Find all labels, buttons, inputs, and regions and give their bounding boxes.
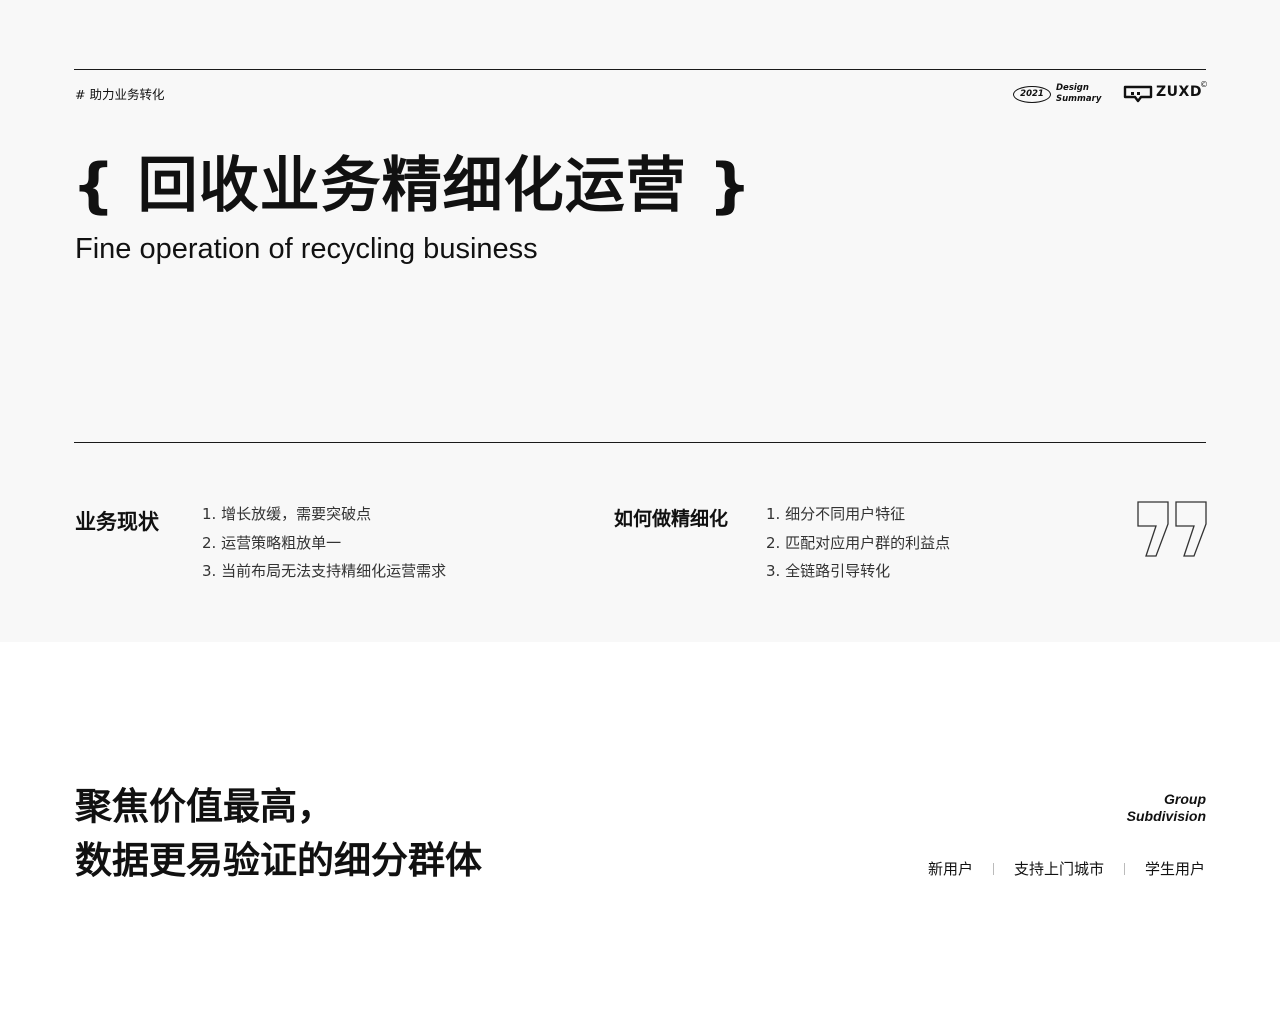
middle-divider (74, 442, 1206, 443)
top-divider (74, 69, 1206, 70)
segment-separator (1123, 862, 1125, 875)
zuxd-logo: ZUXD © (1123, 80, 1209, 104)
quote-icon (1137, 501, 1207, 557)
status-list: 1. 增长放缓，需要突破点 2. 运营策略粗放单一 3. 当前布局无法支持精细化… (202, 500, 446, 586)
brand-mark: © (1200, 80, 1208, 89)
approach-heading: 如何做精细化 (614, 508, 729, 530)
focus-title-line1: 聚焦价值最高， (75, 785, 334, 828)
segment-door-service-cities: 支持上门城市 (1013, 860, 1104, 878)
focus-title-line2: 数据更易验证的细分群体 (75, 839, 482, 882)
segment-new-users: 新用户 (927, 860, 973, 878)
page-title: { 回收业务精细化运营 } (72, 151, 753, 221)
list-item: 3. 当前布局无法支持精细化运营需求 (202, 562, 447, 580)
page-subtitle: Fine operation of recycling business (75, 233, 538, 265)
list-item: 1. 细分不同用户特征 (766, 505, 906, 523)
year-badge: 2021 (1013, 86, 1051, 103)
list-item: 2. 匹配对应用户群的利益点 (766, 533, 951, 552)
approach-list: 1. 细分不同用户特征 2. 匹配对应用户群的利益点 3. 全链路引导转化 (766, 500, 950, 586)
group-label-line2: Subdivision (1126, 808, 1206, 824)
list-item: 2. 运营策略粗放单一 (202, 533, 342, 552)
group-subdivision-label: Group Subdivision (1127, 791, 1206, 825)
segment-separator (992, 862, 994, 875)
summary-label: Summary (1056, 93, 1102, 104)
design-label: Design (1056, 83, 1089, 93)
status-heading: 业务现状 (75, 510, 159, 534)
list-item: 1. 增长放缓，需要突破点 (202, 505, 372, 523)
focus-title: 聚焦价值最高， 数据更易验证的细分群体 (75, 780, 482, 888)
section-tag: # 助力业务转化 (75, 87, 165, 102)
zuxd-logo-icon (1123, 85, 1153, 103)
brand-name: ZUXD (1156, 84, 1202, 100)
group-label-line1: Group (1164, 791, 1206, 807)
list-item: 3. 全链路引导转化 (766, 562, 891, 580)
segment-student-users: 学生用户 (1144, 860, 1205, 878)
design-summary-label: Design Summary (1056, 83, 1101, 104)
design-summary-logo: 2021 Design Summary (1013, 83, 1103, 106)
segment-list: 新用户 支持上门城市 学生用户 (928, 858, 1205, 879)
